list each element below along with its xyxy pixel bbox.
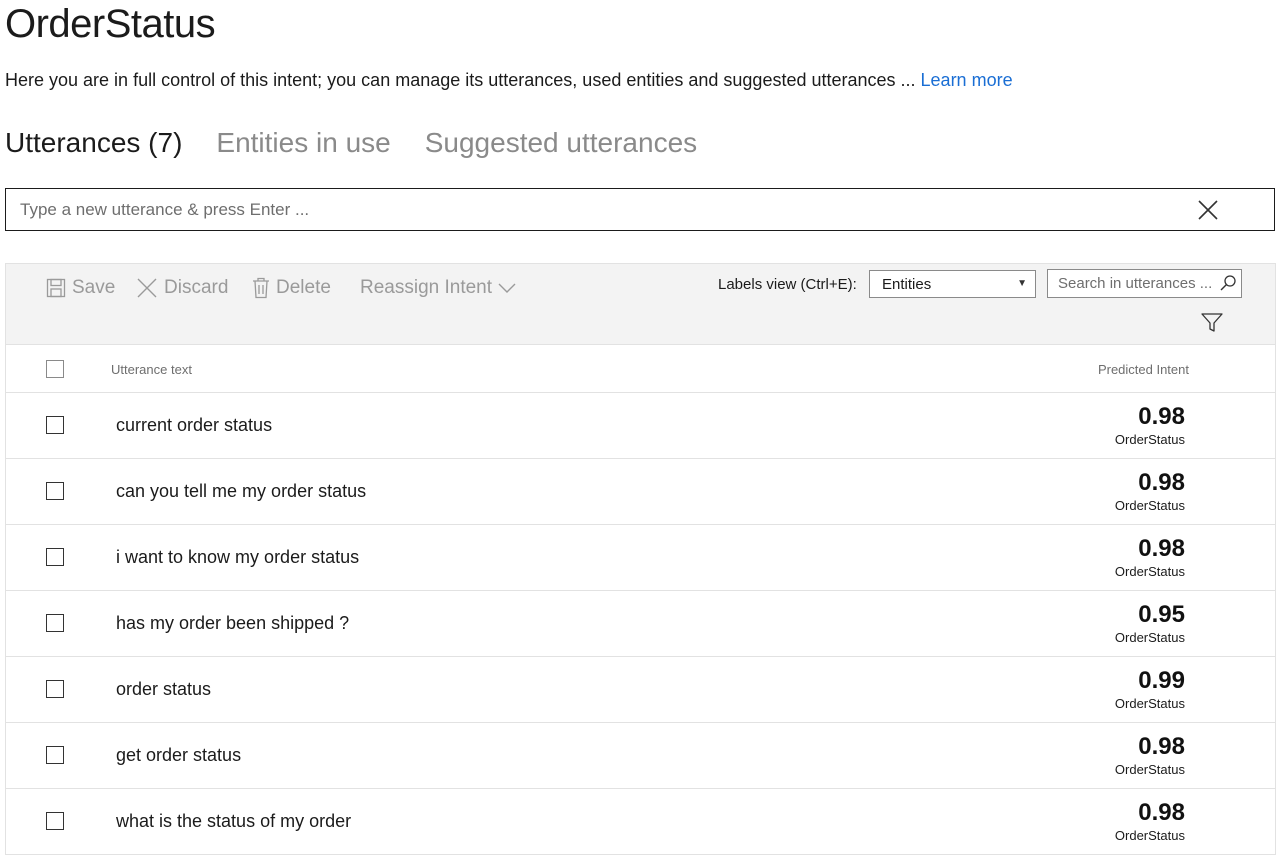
row-checkbox[interactable]: [46, 680, 64, 698]
column-header-intent[interactable]: Predicted Intent: [1098, 362, 1189, 377]
column-header-utterance[interactable]: Utterance text: [111, 362, 192, 377]
grid-header: Utterance text Predicted Intent: [6, 345, 1275, 393]
predicted-intent: OrderStatus: [1114, 762, 1185, 777]
utterances-grid: Utterance text Predicted Intent current …: [5, 345, 1276, 855]
predicted-intent: OrderStatus: [1114, 828, 1185, 843]
page-title: OrderStatus: [5, 2, 216, 46]
save-icon: [46, 278, 66, 298]
intent-score: 0.98: [1138, 403, 1185, 430]
row-checkbox[interactable]: [46, 416, 64, 434]
clear-icon[interactable]: [1196, 198, 1220, 222]
table-row: can you tell me my order status 0.98 Ord…: [6, 459, 1275, 525]
labels-view-select[interactable]: Entities ▼: [869, 270, 1036, 298]
delete-label: Delete: [276, 277, 331, 298]
page-description: Here you are in full control of this int…: [5, 70, 1013, 91]
predicted-intent: OrderStatus: [1114, 498, 1185, 513]
row-checkbox[interactable]: [46, 746, 64, 764]
table-row: what is the status of my order 0.98 Orde…: [6, 789, 1275, 855]
new-utterance-box: [5, 188, 1275, 231]
utterance-text[interactable]: order status: [116, 679, 211, 700]
intent-score: 0.95: [1138, 601, 1185, 628]
trash-icon: [252, 277, 270, 299]
row-checkbox[interactable]: [46, 614, 64, 632]
discard-icon: [136, 277, 158, 299]
new-utterance-input[interactable]: [6, 189, 1204, 230]
row-checkbox[interactable]: [46, 548, 64, 566]
filter-icon[interactable]: [1201, 313, 1223, 338]
tab-entities-in-use[interactable]: Entities in use: [216, 127, 390, 159]
save-button[interactable]: Save: [46, 277, 115, 299]
dropdown-arrow-icon: ▼: [1017, 278, 1027, 289]
utterance-text[interactable]: can you tell me my order status: [116, 481, 366, 502]
predicted-intent: OrderStatus: [1114, 564, 1185, 579]
delete-button[interactable]: Delete: [252, 277, 331, 299]
row-checkbox[interactable]: [46, 812, 64, 830]
utterance-text[interactable]: get order status: [116, 745, 241, 766]
search-utterances-box: [1047, 269, 1242, 298]
utterance-text[interactable]: current order status: [116, 415, 272, 436]
intent-score: 0.99: [1138, 667, 1185, 694]
intent-score: 0.98: [1138, 799, 1185, 826]
tab-bar: Utterances (7) Entities in use Suggested…: [5, 127, 697, 159]
description-text: Here you are in full control of this int…: [5, 70, 921, 90]
discard-button[interactable]: Discard: [136, 277, 228, 299]
table-row: current order status 0.98 OrderStatus: [6, 393, 1275, 459]
search-icon[interactable]: [1219, 274, 1237, 297]
discard-label: Discard: [164, 277, 229, 298]
predicted-intent: OrderStatus: [1114, 696, 1185, 711]
search-utterances-input[interactable]: [1048, 270, 1233, 297]
table-row: order status 0.99 OrderStatus: [6, 657, 1275, 723]
labels-view-value: Entities: [882, 276, 932, 293]
utterance-text[interactable]: i want to know my order status: [116, 547, 359, 568]
save-label: Save: [72, 277, 116, 298]
table-row: has my order been shipped ? 0.95 OrderSt…: [6, 591, 1275, 657]
intent-score: 0.98: [1138, 469, 1185, 496]
table-row: i want to know my order status 0.98 Orde…: [6, 525, 1275, 591]
predicted-intent: OrderStatus: [1114, 630, 1185, 645]
chevron-down-icon: [498, 282, 516, 294]
intent-score: 0.98: [1138, 535, 1185, 562]
select-all-checkbox[interactable]: [46, 360, 64, 378]
utterance-text[interactable]: what is the status of my order: [116, 811, 351, 832]
row-checkbox[interactable]: [46, 482, 64, 500]
learn-more-link[interactable]: Learn more: [921, 70, 1013, 90]
tab-suggested-utterances[interactable]: Suggested utterances: [425, 127, 697, 159]
labels-view-label: Labels view (Ctrl+E):: [718, 276, 857, 293]
reassign-intent-button[interactable]: Reassign Intent: [360, 277, 516, 299]
table-row: get order status 0.98 OrderStatus: [6, 723, 1275, 789]
reassign-label: Reassign Intent: [360, 277, 493, 298]
intent-score: 0.98: [1138, 733, 1185, 760]
utterance-text[interactable]: has my order been shipped ?: [116, 613, 349, 634]
utterances-toolbar: Save Discard Delete Reassign Intent Labe…: [5, 263, 1276, 345]
tab-utterances[interactable]: Utterances (7): [5, 127, 182, 159]
predicted-intent: OrderStatus: [1114, 432, 1185, 447]
